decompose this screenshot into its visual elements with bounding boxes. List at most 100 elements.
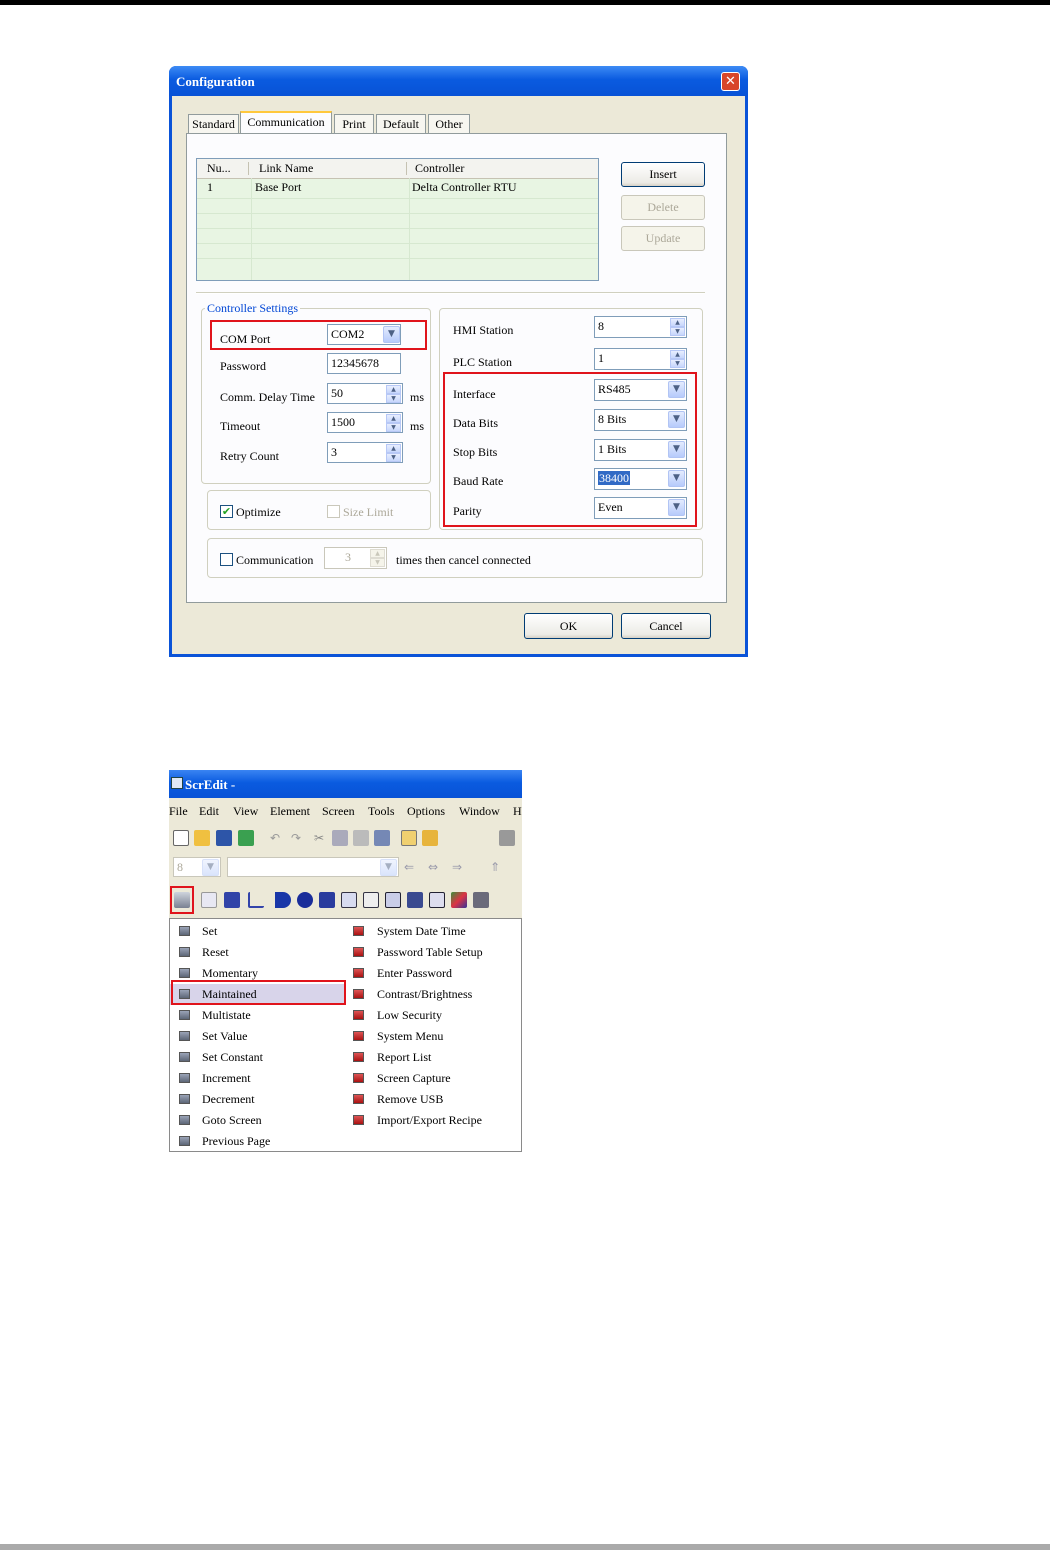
spin-up-icon[interactable]: ▲	[670, 350, 685, 359]
menu-item-low-security[interactable]: Low Security	[348, 1005, 520, 1026]
tab-print[interactable]: Print	[334, 114, 374, 133]
arc-element-icon[interactable]	[275, 892, 291, 908]
new-file-icon[interactable]	[173, 830, 189, 846]
menu-item-remove-usb[interactable]: Remove USB	[348, 1089, 520, 1110]
input-element-icon[interactable]	[341, 892, 357, 908]
circle-element-icon[interactable]	[297, 892, 313, 908]
communication-checkbox[interactable]	[220, 553, 233, 566]
menu-item-password-table-setup[interactable]: Password Table Setup	[348, 942, 520, 963]
export-icon[interactable]	[238, 830, 254, 846]
keypad-element-icon[interactable]	[473, 892, 489, 908]
copy-icon[interactable]	[332, 830, 348, 846]
menu-edit[interactable]: Edit	[199, 804, 219, 819]
save-icon[interactable]	[216, 830, 232, 846]
update-button[interactable]: Update	[621, 226, 705, 251]
menu-window[interactable]: Window	[459, 804, 500, 819]
tab-communication[interactable]: Communication	[240, 111, 332, 133]
menu-item-previous-page[interactable]: Previous Page	[170, 1131, 346, 1152]
menu-item-set-value[interactable]: Set Value	[170, 1026, 346, 1047]
table-row[interactable]: 1 Base Port Delta Controller RTU	[197, 179, 598, 195]
alarm-element-icon[interactable]	[407, 892, 423, 908]
undo-icon[interactable]: ↶	[267, 830, 283, 846]
cut-icon[interactable]: ✂	[311, 830, 327, 846]
indicator-element-icon[interactable]	[224, 892, 240, 908]
redo-icon[interactable]: ↷	[288, 830, 304, 846]
column-link-name[interactable]: Link Name	[259, 159, 313, 178]
password-field[interactable]: 12345678	[327, 353, 401, 374]
tab-default[interactable]: Default	[376, 114, 426, 133]
size-limit-label[interactable]: Size Limit	[343, 505, 393, 520]
column-controller[interactable]: Controller	[415, 159, 464, 178]
delete-button[interactable]: Delete	[621, 195, 705, 220]
print-icon[interactable]	[499, 830, 515, 846]
display-element-icon[interactable]	[363, 892, 379, 908]
menu-tools[interactable]: Tools	[368, 804, 395, 819]
menu-file[interactable]: File	[169, 804, 188, 819]
menu-item-set[interactable]: Set	[170, 921, 346, 942]
picture-element-icon[interactable]	[451, 892, 467, 908]
meter-element-icon[interactable]	[201, 892, 217, 908]
font-name-select[interactable]: ▼	[227, 857, 399, 877]
spin-down-icon[interactable]: ▼	[386, 394, 401, 403]
find-icon[interactable]	[374, 830, 390, 846]
menu-item-multistate[interactable]: Multistate	[170, 1005, 346, 1026]
menu-item-contrast-brightness[interactable]: Contrast/Brightness	[348, 984, 520, 1005]
spin-up-icon[interactable]: ▲	[370, 549, 385, 558]
timeout-stepper[interactable]: 1500 ▲ ▼	[327, 412, 403, 433]
menu-options[interactable]: Options	[407, 804, 445, 819]
menu-element[interactable]: Element	[270, 804, 310, 819]
align-center-icon[interactable]: ⇔	[425, 859, 441, 875]
menu-item-enter-password[interactable]: Enter Password	[348, 963, 520, 984]
spin-down-icon[interactable]: ▼	[670, 359, 685, 368]
tab-standard[interactable]: Standard	[188, 114, 239, 133]
spin-down-icon[interactable]: ▼	[370, 558, 385, 567]
menu-screen[interactable]: Screen	[322, 804, 355, 819]
spin-up-icon[interactable]: ▲	[386, 385, 401, 394]
font-size-select[interactable]: 8 ▼	[173, 857, 221, 877]
size-limit-checkbox[interactable]	[327, 505, 340, 518]
menu-item-import-export-recipe[interactable]: Import/Export Recipe	[348, 1110, 520, 1131]
menu-item-goto-screen[interactable]: Goto Screen	[170, 1110, 346, 1131]
sampling-element-icon[interactable]	[429, 892, 445, 908]
tab-other[interactable]: Other	[428, 114, 470, 133]
dialog-titlebar[interactable]: Configuration ✕	[169, 66, 748, 96]
menu-view[interactable]: View	[233, 804, 258, 819]
menu-item-system-menu[interactable]: System Menu	[348, 1026, 520, 1047]
align-top-icon[interactable]: ⇑	[487, 859, 503, 875]
line-element-icon[interactable]	[248, 892, 264, 908]
menu-help[interactable]: H	[513, 804, 522, 819]
spin-up-icon[interactable]: ▲	[670, 318, 685, 327]
screen-open-icon[interactable]	[422, 830, 438, 846]
menu-item-reset[interactable]: Reset	[170, 942, 346, 963]
graph-element-icon[interactable]	[385, 892, 401, 908]
menu-item-decrement[interactable]: Decrement	[170, 1089, 346, 1110]
ok-button[interactable]: OK	[524, 613, 613, 639]
spin-down-icon[interactable]: ▼	[670, 327, 685, 336]
optimize-label[interactable]: Optimize	[236, 505, 281, 520]
align-left-icon[interactable]: ⇐	[401, 859, 417, 875]
chevron-down-icon[interactable]: ▼	[380, 859, 397, 876]
spin-down-icon[interactable]: ▼	[386, 423, 401, 432]
communication-times-stepper[interactable]: 3 ▲ ▼	[324, 547, 387, 569]
chevron-down-icon[interactable]: ▼	[202, 859, 219, 876]
link-list[interactable]: Nu... Link Name Controller 1 Base Port D…	[196, 158, 599, 281]
menu-item-report-list[interactable]: Report List	[348, 1047, 520, 1068]
menu-item-system-date-time[interactable]: System Date Time	[348, 921, 520, 942]
paste-icon[interactable]	[353, 830, 369, 846]
scredit-titlebar[interactable]: ScrEdit -	[169, 770, 522, 798]
close-icon[interactable]: ✕	[721, 72, 740, 91]
cancel-button[interactable]: Cancel	[621, 613, 711, 639]
retry-count-stepper[interactable]: 3 ▲ ▼	[327, 442, 403, 463]
spin-up-icon[interactable]: ▲	[386, 414, 401, 423]
spin-down-icon[interactable]: ▼	[386, 453, 401, 462]
align-right-icon[interactable]: ⇒	[449, 859, 465, 875]
column-number[interactable]: Nu...	[207, 159, 231, 178]
communication-label[interactable]: Communication	[236, 553, 313, 568]
menu-item-set-constant[interactable]: Set Constant	[170, 1047, 346, 1068]
hmi-station-stepper[interactable]: 8 ▲ ▼	[594, 316, 687, 338]
spin-up-icon[interactable]: ▲	[386, 444, 401, 453]
open-folder-icon[interactable]	[194, 830, 210, 846]
screen-new-icon[interactable]	[401, 830, 417, 846]
comm-delay-stepper[interactable]: 50 ▲ ▼	[327, 383, 403, 404]
optimize-checkbox[interactable]: ✔	[220, 505, 233, 518]
